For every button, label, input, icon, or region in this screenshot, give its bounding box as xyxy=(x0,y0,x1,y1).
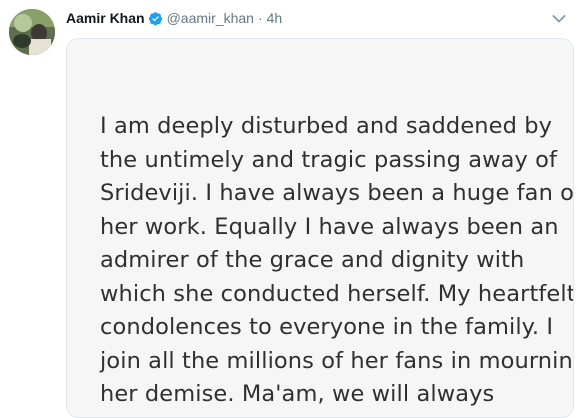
note-line: the untimely and tragic passing away of xyxy=(100,146,558,173)
author-handle[interactable]: @aamir_khan xyxy=(167,8,254,28)
timestamp[interactable]: 4h xyxy=(267,8,283,28)
tweet-header: Aamir Khan @aamir_khan · 4h xyxy=(66,8,540,28)
chevron-down-icon[interactable] xyxy=(552,11,566,23)
note-line: her demise. Ma'am, we will always xyxy=(100,381,495,407)
avatar[interactable] xyxy=(9,9,55,55)
note-line: which she conducted herself. My heartfel… xyxy=(100,280,574,307)
note-line: her work. Equally I have always been an xyxy=(100,213,559,240)
note-text: I am deeply disturbed and saddened by th… xyxy=(100,110,574,412)
note-line: join all the millions of her fans in mou… xyxy=(100,347,574,374)
note-line: condolences to everyone in the family. I xyxy=(100,314,554,340)
separator-dot: · xyxy=(257,10,263,26)
tweet-media-image[interactable]: I am deeply disturbed and saddened by th… xyxy=(66,38,574,418)
author-name[interactable]: Aamir Khan xyxy=(66,8,145,28)
tweet[interactable]: Aamir Khan @aamir_khan · 4h I am deeply … xyxy=(0,0,580,418)
avatar-image xyxy=(9,9,55,55)
verified-badge-icon xyxy=(148,11,163,26)
note-line: admirer of the grace and dignity with xyxy=(100,247,525,273)
note-line: Srideviji. I have always been a huge fan… xyxy=(100,180,574,206)
note-line: I am deeply disturbed and saddened by xyxy=(100,113,552,139)
